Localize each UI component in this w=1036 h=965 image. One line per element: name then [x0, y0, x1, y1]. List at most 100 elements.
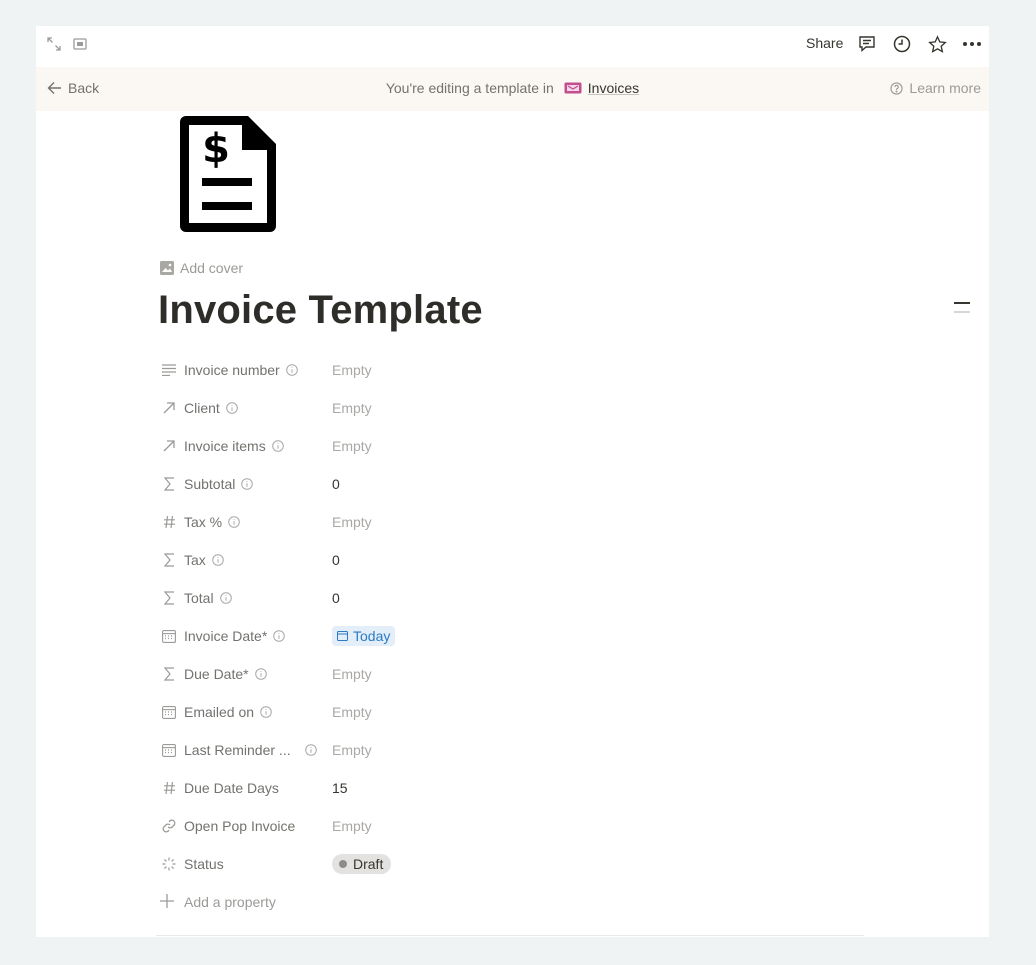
property-row[interactable]: Total 0 [160, 579, 860, 617]
property-name[interactable]: Last Reminder ... [160, 741, 332, 759]
editing-text: You're editing a template in [385, 80, 554, 96]
info-icon[interactable] [228, 516, 240, 528]
property-row[interactable]: Invoice number Empty [160, 351, 860, 389]
property-name[interactable]: Due Date Days [160, 779, 332, 797]
toc-line-active [954, 302, 970, 304]
properties-list: Invoice number Empty Client Empty Invoic… [160, 351, 860, 921]
property-label: Open Pop Invoice [184, 818, 296, 834]
add-cover-button[interactable]: Add cover [160, 260, 243, 276]
property-name[interactable]: Emailed on [160, 703, 332, 721]
property-label: Emailed on [184, 704, 255, 720]
number-icon [160, 779, 178, 797]
learn-more-button[interactable]: Learn more [890, 80, 981, 96]
property-value[interactable]: 0 [332, 552, 340, 568]
add-cover-label: Add cover [180, 260, 244, 276]
property-label: Tax [184, 552, 206, 568]
page-title[interactable]: Invoice Template [158, 288, 483, 333]
status-icon [160, 855, 178, 873]
info-icon[interactable] [225, 402, 238, 414]
database-link[interactable]: Invoices [558, 80, 639, 96]
property-name[interactable]: Invoice items [160, 437, 332, 455]
info-icon[interactable] [271, 440, 284, 452]
property-row[interactable]: Tax 0 [160, 541, 860, 579]
info-icon[interactable] [241, 478, 254, 490]
property-value[interactable]: Today [332, 626, 396, 646]
info-icon[interactable] [211, 554, 224, 566]
property-value[interactable]: Empty [332, 818, 372, 834]
info-icon[interactable] [304, 744, 317, 756]
property-row[interactable]: Emailed on Empty [160, 693, 860, 731]
info-icon[interactable] [285, 364, 298, 376]
property-label: Invoice number [184, 362, 280, 378]
property-value[interactable]: 0 [332, 476, 340, 492]
status-badge[interactable]: Draft [332, 854, 392, 874]
info-icon[interactable] [254, 668, 267, 680]
property-name[interactable]: Subtotal [160, 475, 332, 493]
property-value[interactable]: Empty [332, 438, 372, 454]
property-row[interactable]: Last Reminder ... Empty [160, 731, 860, 769]
star-icon[interactable] [927, 34, 947, 54]
property-name[interactable]: Total [160, 589, 332, 607]
property-row[interactable]: Invoice items Empty [160, 427, 860, 465]
info-icon[interactable] [219, 592, 232, 604]
property-name[interactable]: Status [160, 855, 332, 873]
property-row[interactable]: Open Pop Invoice Empty [160, 807, 860, 845]
info-icon[interactable] [260, 706, 272, 718]
share-button[interactable]: Share [806, 35, 843, 51]
svg-text:$: $ [202, 126, 230, 172]
property-name[interactable]: Open Pop Invoice [160, 817, 332, 835]
image-icon [160, 261, 174, 275]
property-value[interactable]: 0 [332, 590, 340, 606]
database-name: Invoices [587, 80, 640, 96]
property-value[interactable]: Empty [332, 666, 372, 682]
property-row[interactable]: Tax % Empty [160, 503, 860, 541]
property-name[interactable]: Tax % [160, 513, 332, 531]
formula-icon [160, 475, 178, 493]
property-name[interactable]: Client [160, 399, 332, 417]
formula-icon [160, 589, 178, 607]
info-icon[interactable] [273, 630, 286, 642]
property-name[interactable]: Tax [160, 551, 332, 569]
peek-mode-icon[interactable] [72, 36, 88, 52]
property-value[interactable]: Draft [332, 854, 392, 874]
formula-icon [160, 665, 178, 683]
date-chip[interactable]: Today [332, 626, 396, 646]
property-name[interactable]: Due Date* [160, 665, 332, 683]
property-row[interactable]: Subtotal 0 [160, 465, 860, 503]
comment-icon[interactable] [857, 34, 877, 54]
property-label: Invoice Date* [184, 628, 268, 644]
table-of-contents-indicator[interactable] [954, 302, 970, 320]
property-value[interactable]: 15 [332, 780, 348, 796]
status-label: Draft [353, 856, 384, 872]
property-label: Invoice items [184, 438, 266, 454]
history-icon[interactable] [892, 34, 912, 54]
property-row[interactable]: Status Draft [160, 845, 860, 883]
add-property-label: Add a property [184, 894, 276, 910]
toc-line [954, 311, 970, 313]
expand-icon[interactable] [46, 36, 62, 52]
date-chip-label: Today [353, 628, 391, 644]
top-bar: Share [36, 26, 989, 62]
property-value[interactable]: Empty [332, 400, 372, 416]
property-row[interactable]: Due Date* Empty [160, 655, 860, 693]
add-property-button[interactable]: Add a property [160, 883, 860, 921]
property-value[interactable]: Empty [332, 362, 372, 378]
property-row[interactable]: Invoice Date* Today [160, 617, 860, 655]
plus-icon [160, 891, 174, 914]
question-circle-icon [890, 81, 904, 95]
property-label: Tax % [184, 514, 223, 530]
property-label: Subtotal [184, 476, 236, 492]
status-dot [339, 860, 347, 868]
property-value[interactable]: Empty [332, 742, 372, 758]
more-icon[interactable] [962, 34, 982, 54]
property-row[interactable]: Due Date Days 15 [160, 769, 860, 807]
property-label: Status [184, 856, 224, 872]
calendar-icon [160, 741, 178, 759]
calendar-icon [160, 627, 178, 645]
property-value[interactable]: Empty [332, 514, 372, 530]
property-name[interactable]: Invoice number [160, 361, 332, 379]
property-name[interactable]: Invoice Date* [160, 627, 332, 645]
property-row[interactable]: Client Empty [160, 389, 860, 427]
invoice-dollar-icon[interactable]: $ [176, 112, 282, 238]
property-value[interactable]: Empty [332, 704, 372, 720]
